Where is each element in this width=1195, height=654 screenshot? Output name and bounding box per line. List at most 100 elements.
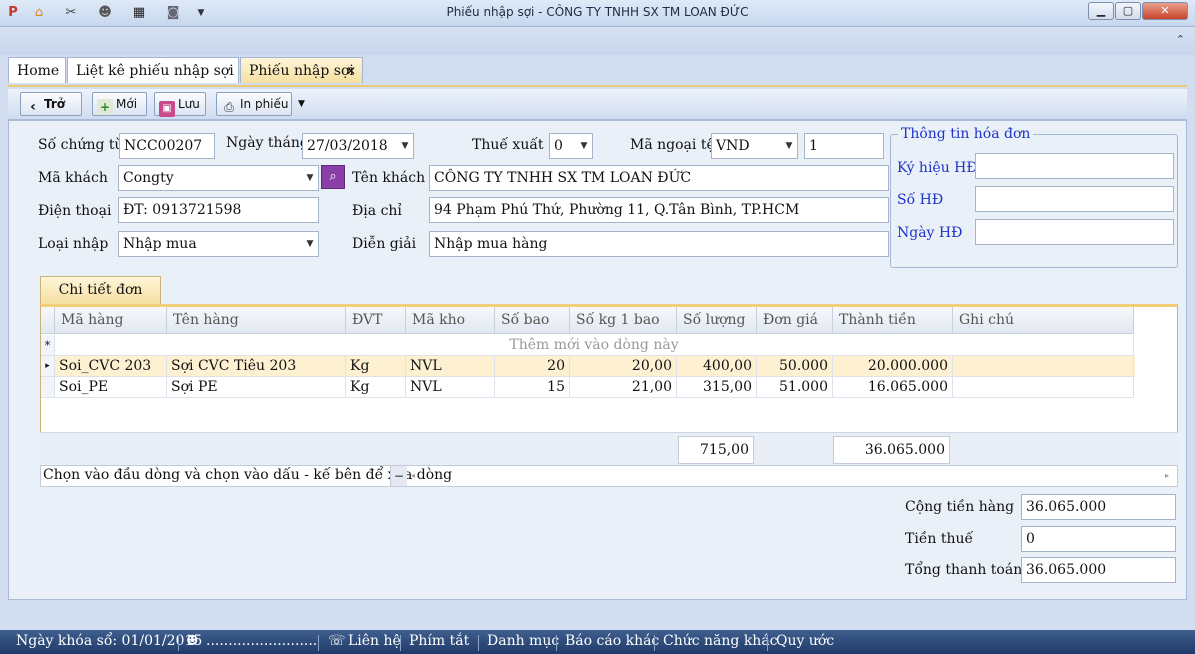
import-type-select[interactable]: Nhập mua ▼ (118, 231, 319, 257)
cell-warehouse[interactable]: NVL (406, 377, 495, 398)
voucher-no-field[interactable]: NCC00207 (119, 133, 215, 159)
close-button[interactable]: ✕ (1142, 2, 1188, 20)
cell-note[interactable] (953, 356, 1134, 377)
col-kg-per-bag[interactable]: Số kg 1 bao (570, 307, 677, 334)
cell-unit[interactable]: Kg (346, 377, 406, 398)
save-button[interactable]: ▣ Lưu (154, 92, 206, 117)
chevron-down-icon[interactable]: ▼ (781, 134, 797, 158)
import-type-value: Nhập mua (123, 236, 197, 252)
address-field[interactable]: 94 Phạm Phú Thứ, Phường 11, Q.Tân Bình, … (429, 197, 889, 223)
exchange-rate-field[interactable]: 1 (804, 133, 884, 159)
chevron-down-icon[interactable]: ▼ (302, 232, 318, 256)
grid-footer: 715,00 36.065.000 (40, 432, 1178, 467)
customer-name-label: Tên khách (352, 170, 426, 186)
cell-unit[interactable]: Kg (346, 356, 406, 377)
scroll-left-icon[interactable]: ◂ (411, 466, 419, 486)
col-amount[interactable]: Thành tiền (833, 307, 953, 334)
catalog-menu[interactable]: Danh mục (487, 633, 559, 649)
cell-amount[interactable]: 16.065.000 (833, 377, 953, 398)
maximize-button[interactable]: ▢ (1115, 2, 1141, 20)
cell-note[interactable] (953, 377, 1134, 398)
tax-rate-select[interactable]: 0 ▼ (549, 133, 593, 159)
customer-search-icon[interactable]: ⌕ (321, 165, 345, 189)
customer-code-select[interactable]: Congty ▼ (118, 165, 319, 191)
note-field[interactable]: Nhập mua hàng (429, 231, 889, 257)
new-row[interactable]: * Thêm mới vào dòng này (41, 335, 1135, 356)
new-row-hint[interactable]: Thêm mới vào dòng này (55, 335, 1134, 356)
table-row[interactable]: ▸ Soi_CVC 203 Sợi CVC Tiêu 203 Kg NVL 20… (41, 356, 1135, 377)
total-amount: 36.065.000 (833, 436, 950, 464)
table-row[interactable]: Soi_PE Sợi PE Kg NVL 15 21,00 315,00 51.… (41, 377, 1135, 398)
scroll-right-icon[interactable]: ▸ (1165, 466, 1173, 486)
col-unit[interactable]: ĐVT (346, 307, 406, 334)
col-item-name[interactable]: Tên hàng (167, 307, 346, 334)
col-note[interactable]: Ghi chú (953, 307, 1134, 334)
phone-icon: ☏ (328, 633, 346, 649)
chevron-down-icon[interactable]: ▼ (302, 166, 318, 190)
cell-bags[interactable]: 20 (495, 356, 570, 377)
collapse-hint-button[interactable]: − (390, 466, 407, 486)
save-label: Lưu (178, 97, 200, 111)
reports-menu[interactable]: Báo cáo khác (565, 633, 659, 649)
contact-menu[interactable]: Liên hệ (348, 633, 401, 649)
cell-item-name[interactable]: Sợi PE (167, 377, 346, 398)
customer-code-label: Mã khách (38, 170, 108, 186)
row-selector[interactable] (41, 377, 55, 398)
cell-kg-per-bag[interactable]: 20,00 (570, 356, 677, 377)
tab-voucher[interactable]: Phiếu nhập sợi ✕ (240, 57, 363, 83)
tax-amount-field[interactable]: 0 (1021, 526, 1176, 552)
rules-menu[interactable]: Quy ước (776, 633, 834, 649)
status-separator (556, 635, 557, 651)
subtotal-field[interactable]: 36.065.000 (1021, 494, 1176, 520)
status-separator (318, 635, 319, 651)
cell-unit-price[interactable]: 50.000 (757, 356, 833, 377)
cell-bags[interactable]: 15 (495, 377, 570, 398)
collapse-ribbon-icon[interactable]: ⌃ (1176, 33, 1185, 46)
invoice-symbol-field[interactable] (975, 153, 1174, 179)
col-bags[interactable]: Số bao (495, 307, 570, 334)
chevron-down-icon[interactable]: ▼ (576, 134, 592, 158)
cell-amount[interactable]: 20.000.000 (833, 356, 953, 377)
cell-item-name[interactable]: Sợi CVC Tiêu 203 (167, 356, 346, 377)
cell-item-code[interactable]: Soi_CVC 203 (55, 356, 167, 377)
shortcut-menu[interactable]: Phím tắt (409, 633, 469, 649)
cell-kg-per-bag[interactable]: 21,00 (570, 377, 677, 398)
invoice-date-field[interactable] (975, 219, 1174, 245)
cell-item-code[interactable]: Soi_PE (55, 377, 167, 398)
currency-select[interactable]: VND ▼ (711, 133, 798, 159)
date-picker[interactable]: 27/03/2018 ▼ (302, 133, 414, 159)
back-button[interactable]: ‹Trở lại (20, 92, 82, 133)
status-bar: Ngày khóa sổ: 01/01/2015 ☻ .............… (0, 630, 1195, 654)
grand-total-field[interactable]: 36.065.000 (1021, 557, 1176, 583)
window-title: Phiếu nhập sợi - CÔNG TY TNHH SX TM LOAN… (446, 5, 749, 19)
current-row-arrow-icon[interactable]: ▸ (41, 356, 55, 377)
tab-order-detail[interactable]: Chi tiết đơn hàng (40, 276, 161, 325)
subtotal-label: Cộng tiền hàng (905, 499, 1015, 515)
functions-menu[interactable]: Chức năng khác (663, 633, 778, 649)
cell-warehouse[interactable]: NVL (406, 356, 495, 377)
toolbar-overflow-icon[interactable]: ▼ (298, 99, 305, 109)
col-warehouse[interactable]: Mã kho (406, 307, 495, 334)
cell-quantity[interactable]: 315,00 (677, 377, 757, 398)
date-value: 27/03/2018 (307, 138, 388, 154)
chevron-down-icon[interactable]: ▼ (397, 134, 413, 158)
invoice-number-field[interactable] (975, 186, 1174, 212)
close-tab-icon[interactable]: ✕ (346, 58, 356, 84)
print-button[interactable]: ⎙ In phiếu (216, 92, 292, 116)
new-button[interactable]: + Mới (92, 92, 147, 116)
cell-unit-price[interactable]: 51.000 (757, 377, 833, 398)
cell-quantity[interactable]: 400,00 (677, 356, 757, 377)
minimize-button[interactable]: ▁ (1088, 2, 1114, 20)
tab-home[interactable]: Home (8, 57, 66, 83)
ribbon-strip: ⌃ (0, 27, 1195, 55)
total-quantity: 715,00 (678, 436, 754, 464)
col-quantity[interactable]: Số lượng (677, 307, 757, 334)
tab-voucher-list[interactable]: Liệt kê phiếu nhập sợi (67, 57, 239, 83)
phone-label: Điện thoại (38, 203, 112, 219)
customer-name-field[interactable]: CÔNG TY TNHH SX TM LOAN ĐỨC (429, 165, 889, 191)
col-unit-price[interactable]: Đơn giá (757, 307, 833, 334)
phone-field[interactable]: ĐT: 0913721598 (118, 197, 319, 223)
save-icon: ▣ (159, 101, 175, 117)
grid-hint-bar: Chọn vào đầu dòng và chọn vào dấu - kế b… (40, 465, 1178, 487)
col-item-code[interactable]: Mã hàng (55, 307, 167, 334)
